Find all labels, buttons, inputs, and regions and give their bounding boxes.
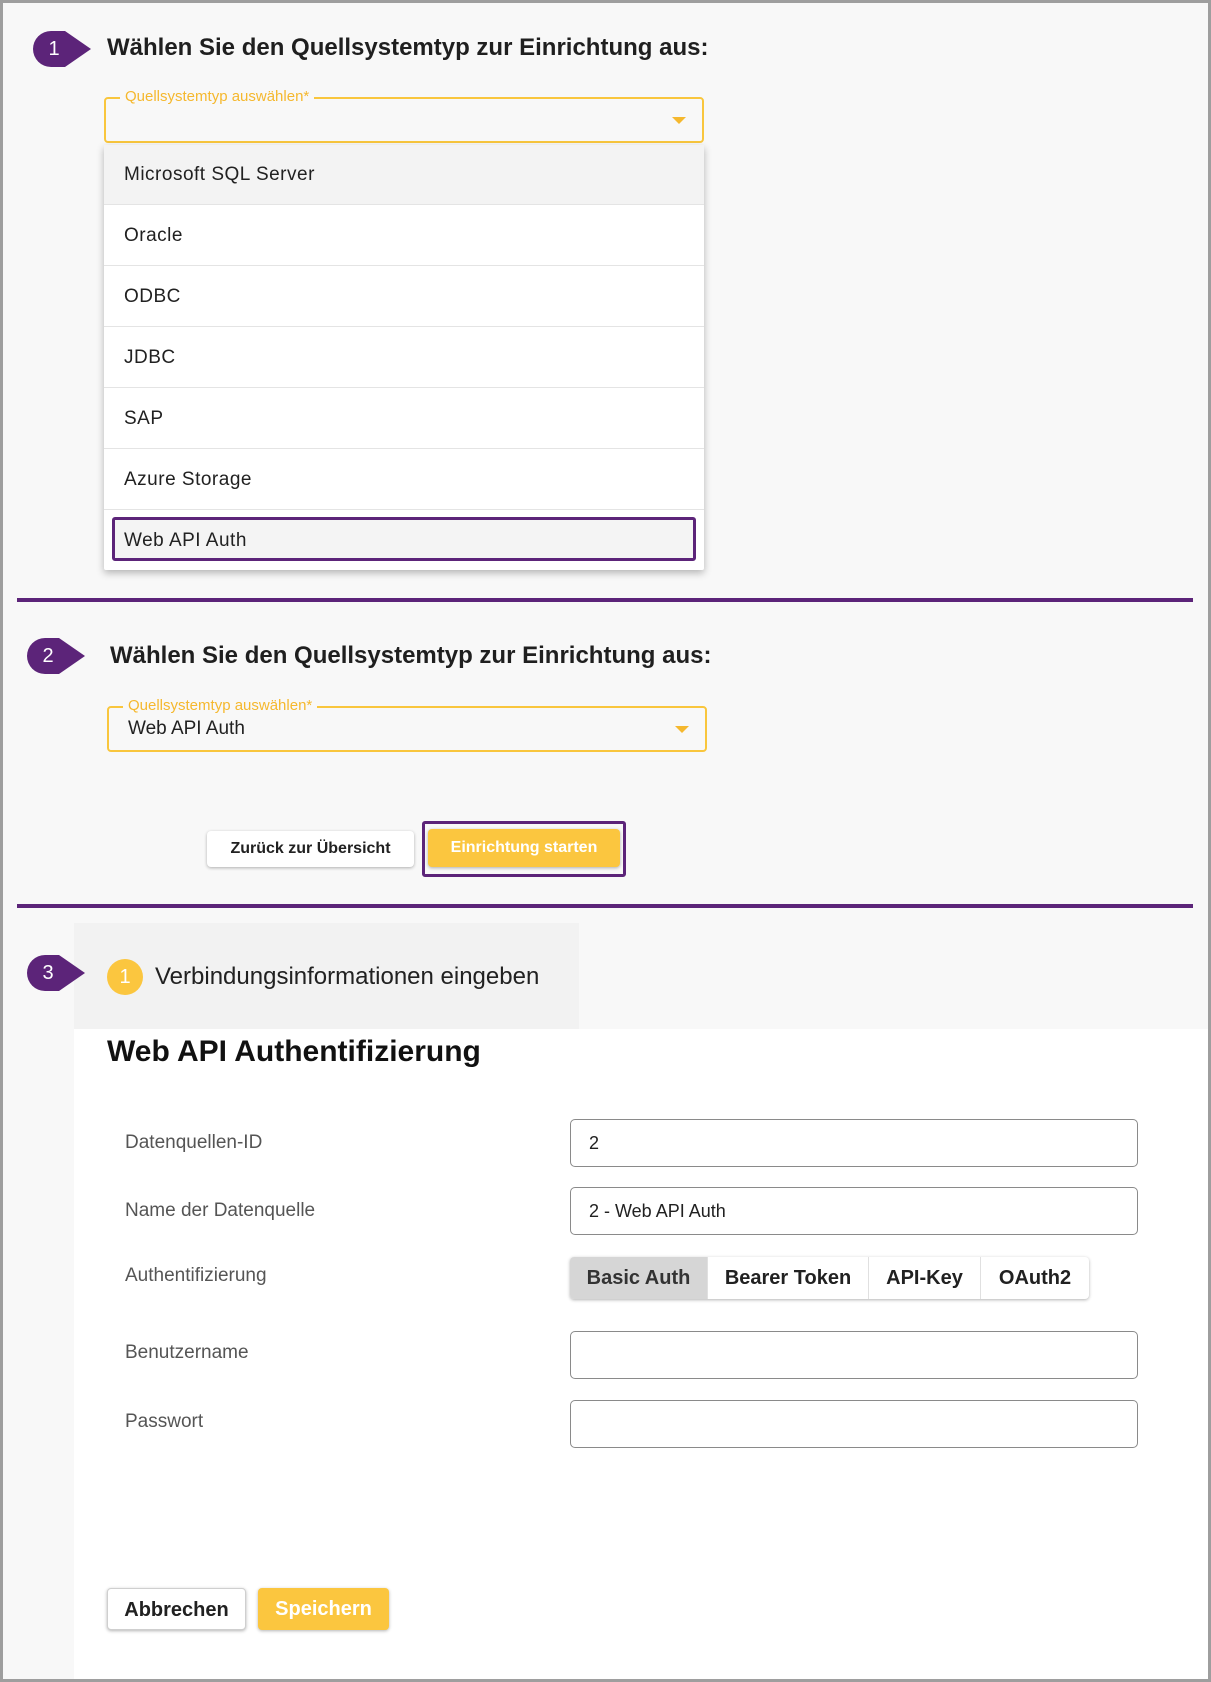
option-mssql[interactable]: Microsoft SQL Server xyxy=(104,145,704,205)
step-label: Verbindungsinformationen eingeben xyxy=(155,963,540,990)
username-input[interactable] xyxy=(570,1331,1138,1379)
auth-option-api-key[interactable]: API-Key xyxy=(869,1257,981,1299)
source-type-dropdown-menu: Microsoft SQL Server Oracle ODBC JDBC SA… xyxy=(104,145,704,570)
step-number-badge: 1 xyxy=(107,959,143,995)
auth-option-basic[interactable]: Basic Auth xyxy=(570,1257,708,1299)
password-input[interactable] xyxy=(570,1400,1138,1448)
step-marker-2: 2 xyxy=(25,636,87,676)
authentication-toggle-group: Basic Auth Bearer Token API-Key OAuth2 xyxy=(570,1257,1089,1299)
back-to-overview-button[interactable]: Zurück zur Übersicht xyxy=(207,831,414,867)
select-label: Quellsystemtyp auswählen* xyxy=(123,697,318,714)
chevron-down-icon[interactable] xyxy=(675,726,689,733)
option-jdbc[interactable]: JDBC xyxy=(104,328,704,388)
step-marker-3: 3 xyxy=(25,953,87,993)
password-label: Passwort xyxy=(125,1411,204,1432)
source-type-select[interactable]: Quellsystemtyp auswählen* Web API Auth xyxy=(107,697,707,752)
source-type-select-open[interactable]: Quellsystemtyp auswählen* xyxy=(104,88,704,143)
start-setup-button[interactable]: Einrichtung starten xyxy=(428,829,620,867)
section-divider-1 xyxy=(17,598,1193,602)
option-azure-storage[interactable]: Azure Storage xyxy=(104,450,704,510)
screenshot-frame: 1 Wählen Sie den Quellsystemtyp zur Einr… xyxy=(0,0,1211,1682)
auth-option-oauth2[interactable]: OAuth2 xyxy=(981,1257,1089,1299)
save-button[interactable]: Speichern xyxy=(258,1588,389,1630)
datasource-name-label: Name der Datenquelle xyxy=(125,1200,316,1221)
select-label: Quellsystemtyp auswählen* xyxy=(120,88,315,105)
authentication-label: Authentifizierung xyxy=(125,1265,267,1286)
section-2-title: Wählen Sie den Quellsystemtyp zur Einric… xyxy=(110,642,712,669)
auth-option-bearer[interactable]: Bearer Token xyxy=(708,1257,869,1299)
section-divider-2 xyxy=(17,904,1193,908)
username-label: Benutzername xyxy=(125,1342,249,1363)
datasource-id-input[interactable]: 2 xyxy=(570,1119,1138,1167)
datasource-name-input[interactable]: 2 - Web API Auth xyxy=(570,1187,1138,1235)
option-web-api-auth[interactable]: Web API Auth xyxy=(104,511,704,571)
chevron-down-icon[interactable] xyxy=(672,117,686,124)
form-title: Web API Authentifizierung xyxy=(107,1035,481,1068)
select-value: Web API Auth xyxy=(128,718,245,739)
cancel-button[interactable]: Abbrechen xyxy=(107,1588,246,1630)
step-marker-1: 1 xyxy=(31,29,93,69)
option-oracle[interactable]: Oracle xyxy=(104,206,704,266)
option-sap[interactable]: SAP xyxy=(104,389,704,449)
section-1-title: Wählen Sie den Quellsystemtyp zur Einric… xyxy=(107,34,709,61)
datasource-id-label: Datenquellen-ID xyxy=(125,1132,263,1153)
option-odbc[interactable]: ODBC xyxy=(104,267,704,327)
